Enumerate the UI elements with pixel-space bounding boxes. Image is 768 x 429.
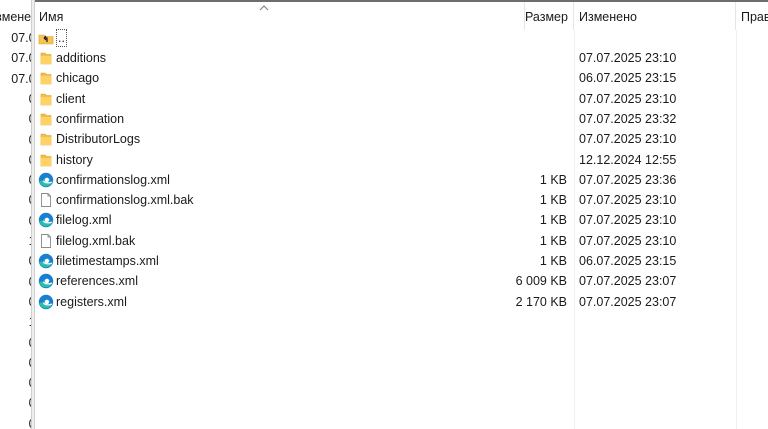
- file-size: 2 170 KB: [515, 294, 567, 309]
- folder-row[interactable]: history 12.12.2024 12:55: [35, 150, 768, 170]
- folder-row[interactable]: additions 07.07.2025 23:10: [35, 48, 768, 68]
- folder-row[interactable]: DistributorLogs 07.07.2025 23:10: [35, 129, 768, 149]
- left-pane-modified-header[interactable]: изменено: [0, 10, 31, 24]
- parent-directory-row[interactable]: ..: [35, 28, 768, 48]
- column-header-modified[interactable]: Изменено: [574, 2, 736, 30]
- left-pane-header[interactable]: изменено: [0, 0, 31, 30]
- parent-folder-icon: [38, 34, 54, 45]
- file-size: 1 KB: [539, 233, 567, 248]
- file-size: 1 KB: [539, 213, 567, 228]
- file-modified-date: 07.07.2025 23:32: [579, 111, 677, 126]
- file-size: 1 KB: [539, 172, 567, 187]
- parent-directory-label: ..: [56, 29, 67, 47]
- folder-icon: [40, 52, 52, 65]
- file-name: filelog.xml: [56, 213, 112, 228]
- file-name: filetimestamps.xml: [56, 254, 159, 268]
- file-name: confirmation: [56, 111, 125, 126]
- file-row[interactable]: filelog.xml.bak 1 KB 07.07.2025 23:10: [35, 231, 768, 251]
- folder-icon: [40, 93, 52, 105]
- left-pane-row-date[interactable]: 07.07.2: [11, 28, 31, 48]
- file-icon: [41, 193, 51, 208]
- folder-icon: [40, 72, 52, 85]
- file-row[interactable]: filetimestamps.xml 1 KB 06.07.2025 23:15: [35, 251, 768, 271]
- file-name: client: [56, 91, 86, 106]
- file-name: additions: [56, 51, 107, 65]
- file-row[interactable]: filelog.xml 1 KB 07.07.2025 23:10: [35, 210, 768, 230]
- left-pane-row-date[interactable]: 07.07.2: [11, 48, 31, 68]
- file-modified-date: 12.12.2024 12:55: [579, 152, 677, 167]
- sort-ascending-icon: [259, 5, 269, 11]
- file-size: 6 009 KB: [515, 274, 567, 289]
- file-modified-date: 07.07.2025 23:10: [579, 193, 677, 208]
- edge-icon: [38, 172, 54, 187]
- left-pane-row-date[interactable]: 07.07.2: [11, 69, 31, 89]
- folder-row[interactable]: confirmation 07.07.2025 23:32: [35, 109, 768, 129]
- file-modified-date: 07.07.2025 23:07: [579, 274, 677, 289]
- file-size: 1 KB: [539, 193, 567, 208]
- file-modified-date: 07.07.2025 23:10: [579, 91, 677, 106]
- file-name: references.xml: [56, 274, 138, 289]
- edge-icon: [38, 294, 54, 309]
- folder-icon: [40, 133, 52, 146]
- file-modified-date: 07.07.2025 23:10: [579, 132, 677, 147]
- file-name: confirmationslog.xml: [56, 172, 170, 187]
- file-modified-date: 06.07.2025 23:15: [579, 254, 677, 268]
- file-icon: [41, 233, 51, 248]
- column-header-size[interactable]: Размер: [525, 2, 574, 30]
- file-row[interactable]: references.xml 6 009 KB 07.07.2025 23:07: [35, 271, 768, 291]
- file-row[interactable]: confirmationslog.xml.bak 1 KB 07.07.2025 2…: [35, 190, 768, 210]
- column-header-rights[interactable]: Прав: [736, 2, 768, 30]
- file-modified-date: 07.07.2025 23:10: [579, 51, 677, 65]
- folder-row[interactable]: chicago 06.07.2025 23:15: [35, 68, 768, 88]
- file-modified-date: 07.07.2025 23:10: [579, 213, 677, 228]
- file-modified-date: 07.07.2025 23:10: [579, 233, 677, 248]
- file-name: chicago: [56, 71, 100, 86]
- remote-file-list[interactable]: Имя Размер Изменено Прав .. additions 07.…: [35, 0, 768, 429]
- file-modified-date: 06.07.2025 23:15: [579, 71, 677, 86]
- file-modified-date: 07.07.2025 23:07: [579, 294, 677, 309]
- edge-icon: [38, 213, 54, 228]
- edge-icon: [38, 274, 54, 289]
- column-header: Имя Размер Изменено Прав: [35, 0, 768, 30]
- file-size: 1 KB: [539, 254, 567, 268]
- folder-icon: [40, 154, 52, 166]
- file-name: filelog.xml.bak: [56, 233, 136, 248]
- folder-row[interactable]: client 07.07.2025 23:10: [35, 89, 768, 109]
- file-modified-date: 07.07.2025 23:36: [579, 172, 677, 187]
- file-name: confirmationslog.xml.bak: [56, 193, 194, 208]
- edge-icon: [38, 253, 54, 269]
- column-header-name[interactable]: Имя: [35, 2, 525, 30]
- left-pane-file-list[interactable]: изменено 07.07.207.07.207.07.203.204.202…: [0, 0, 31, 429]
- file-name: history: [56, 152, 93, 167]
- file-name: registers.xml: [56, 294, 127, 309]
- file-name: DistributorLogs: [56, 132, 141, 147]
- folder-icon: [40, 113, 52, 126]
- file-row[interactable]: confirmationslog.xml 1 KB 07.07.2025 23:36: [35, 170, 768, 190]
- file-row[interactable]: registers.xml 2 170 KB 07.07.2025 23:07: [35, 292, 768, 312]
- column-header-rights-label: Прав: [741, 10, 768, 24]
